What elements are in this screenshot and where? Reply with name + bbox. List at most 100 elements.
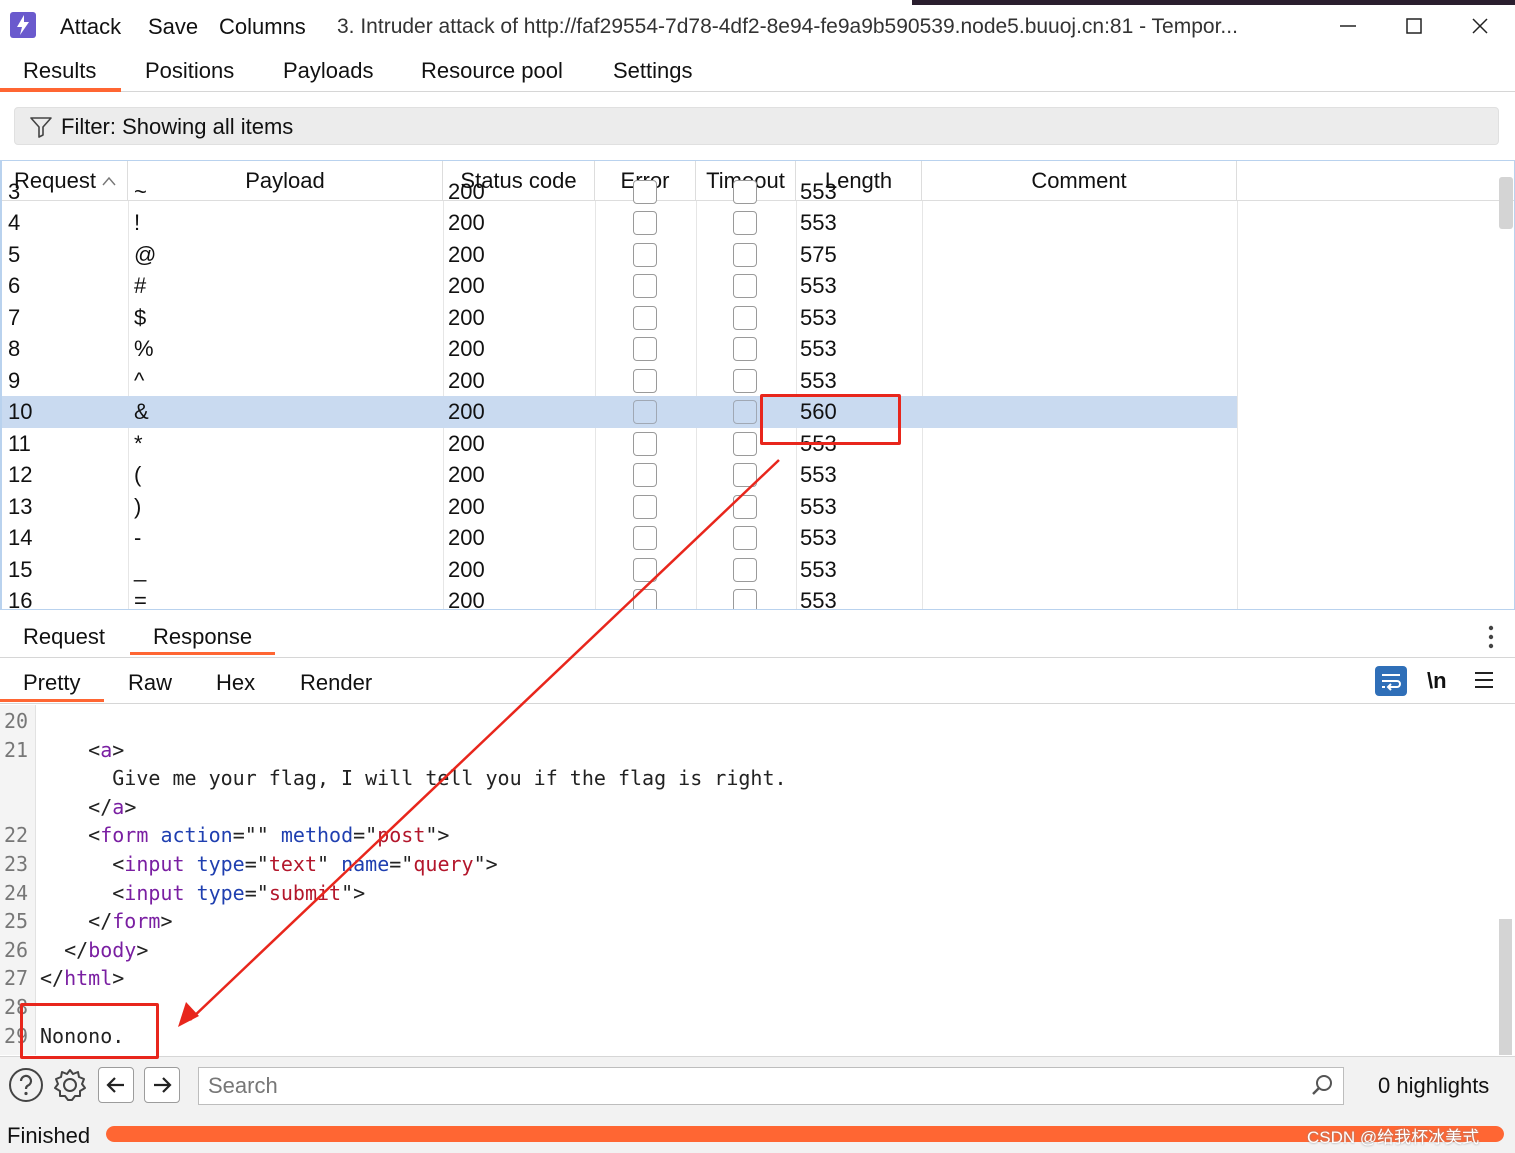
- code-line: <input type="submit">: [112, 880, 366, 905]
- table-body: 3 ~200 553 4! 200 553 5 @200 575 6 #200 553 7 $200 553…: [2, 161, 1514, 610]
- table-row[interactable]: 8% 200 553: [2, 333, 1237, 365]
- error-checkbox: [633, 494, 657, 519]
- more-vertical-icon[interactable]: [1482, 624, 1500, 655]
- cell-status-code: 200: [448, 178, 485, 204]
- table-row[interactable]: 14 - 200 553: [2, 522, 1237, 554]
- search-input[interactable]: [198, 1067, 1344, 1105]
- cell-request: 14: [8, 525, 33, 550]
- code-line: </form>: [88, 909, 173, 934]
- cell-status-code: 200: [448, 367, 485, 393]
- table-row[interactable]: 16 = 200 553: [2, 585, 1237, 610]
- maximize-icon[interactable]: [1402, 14, 1426, 38]
- code-scrollbar[interactable]: [1499, 919, 1512, 1055]
- tab-render[interactable]: Render: [300, 670, 372, 696]
- arrow-left-icon[interactable]: [98, 1067, 134, 1103]
- active-viewtab-indicator: [0, 699, 104, 702]
- cell-payload: $: [134, 304, 147, 330]
- code-line: <form action="" method="post">: [88, 823, 450, 848]
- table-row[interactable]: 15 _ 200 553: [2, 554, 1237, 586]
- cell-length: 553: [800, 462, 837, 487]
- close-icon[interactable]: [1468, 14, 1492, 38]
- error-checkbox: [633, 242, 657, 267]
- timeout-checkbox: [733, 557, 757, 582]
- table-row[interactable]: 7 $200 553: [2, 302, 1237, 334]
- cell-status-code: 200: [448, 241, 485, 267]
- menu-columns[interactable]: Columns: [219, 14, 306, 40]
- tab-raw[interactable]: Raw: [128, 670, 172, 696]
- cell-length: 553: [800, 273, 837, 298]
- table-row[interactable]: 4! 200 553: [2, 207, 1237, 239]
- error-checkbox: [633, 337, 657, 361]
- window-title: 3. Intruder attack of http://faf29554-7d…: [337, 15, 1238, 38]
- gear-icon[interactable]: [52, 1067, 88, 1108]
- active-subtab-indicator: [130, 652, 275, 655]
- cell-length: 553: [800, 556, 837, 582]
- cell-request: 3: [8, 178, 21, 204]
- cell-payload: _: [134, 556, 147, 582]
- response-code-view[interactable]: 20 21 22 23 24 25 26 27 28 29 <a> Give me your fl…: [0, 705, 1515, 1055]
- tab-results[interactable]: Results: [23, 58, 96, 84]
- watermark: CSDN @给我杯冰美式: [1307, 1128, 1480, 1147]
- cell-length: 553: [800, 336, 837, 361]
- table-row[interactable]: 10 & 200 560: [2, 396, 1237, 428]
- burp-logo-icon: [10, 12, 36, 38]
- cell-payload: (: [134, 462, 142, 487]
- active-tab-indicator: [0, 88, 121, 92]
- code-line: <input type="text" name="query">: [112, 852, 498, 876]
- tab-pretty[interactable]: Pretty: [23, 670, 80, 696]
- menu-icon[interactable]: [1473, 670, 1495, 695]
- table-scrollbar[interactable]: [1499, 177, 1513, 229]
- cell-request: 9: [8, 367, 21, 393]
- error-checkbox: [633, 400, 657, 424]
- menu-attack[interactable]: Attack: [60, 14, 121, 40]
- cell-payload: *: [134, 430, 143, 456]
- timeout-checkbox: [733, 463, 757, 487]
- error-checkbox: [633, 274, 657, 298]
- filter-bar[interactable]: Filter: Showing all items: [14, 107, 1499, 145]
- timeout-checkbox: [733, 494, 757, 519]
- newline-toggle[interactable]: \n: [1427, 668, 1447, 694]
- wrap-lines-icon[interactable]: [1375, 666, 1407, 701]
- tab-hex[interactable]: Hex: [216, 670, 255, 696]
- table-row[interactable]: 11 * 200 553: [2, 428, 1237, 460]
- help-icon[interactable]: [8, 1067, 44, 1108]
- timeout-checkbox: [733, 589, 757, 609]
- main-tabs: Results Positions Payloads Resource pool…: [0, 52, 1515, 92]
- cell-status-code: 200: [448, 273, 485, 298]
- cell-length: 553: [800, 210, 837, 235]
- table-row[interactable]: 13) 200 553: [2, 491, 1237, 523]
- tab-request[interactable]: Request: [23, 624, 105, 650]
- tab-response[interactable]: Response: [153, 624, 252, 650]
- timeout-checkbox: [733, 179, 757, 204]
- cell-payload: =: [134, 588, 147, 610]
- error-checkbox: [633, 463, 657, 487]
- cell-length: 553: [800, 493, 837, 519]
- cell-payload: ~: [134, 178, 147, 204]
- cell-request: 16: [8, 588, 33, 610]
- arrow-right-icon[interactable]: [144, 1067, 180, 1103]
- table-row[interactable]: 12 (200 553: [2, 459, 1237, 491]
- cell-payload: ): [134, 493, 142, 519]
- tab-resource-pool[interactable]: Resource pool: [421, 58, 563, 84]
- table-row[interactable]: 5 @200 575: [2, 239, 1237, 271]
- error-checkbox: [633, 557, 657, 582]
- filter-icon: [29, 115, 53, 144]
- cell-request: 10: [8, 399, 33, 424]
- minimize-icon[interactable]: [1336, 14, 1360, 38]
- table-row[interactable]: 3 ~200 553: [2, 176, 1237, 208]
- cell-status-code: 200: [448, 462, 485, 487]
- tab-positions[interactable]: Positions: [145, 58, 234, 84]
- search-icon: [1310, 1073, 1334, 1102]
- cell-payload: #: [134, 273, 147, 298]
- tab-payloads[interactable]: Payloads: [283, 58, 374, 84]
- table-row[interactable]: 6 #200 553: [2, 270, 1237, 302]
- tab-settings[interactable]: Settings: [613, 58, 693, 84]
- menu-save[interactable]: Save: [148, 14, 198, 40]
- table-row[interactable]: 9 ^ 200 553: [2, 365, 1237, 397]
- error-checkbox: [633, 179, 657, 204]
- cell-payload: ^: [134, 367, 145, 393]
- error-checkbox: [633, 305, 657, 330]
- cell-request: 12: [8, 462, 33, 487]
- timeout-checkbox: [733, 274, 757, 298]
- cell-length: 553: [800, 367, 837, 393]
